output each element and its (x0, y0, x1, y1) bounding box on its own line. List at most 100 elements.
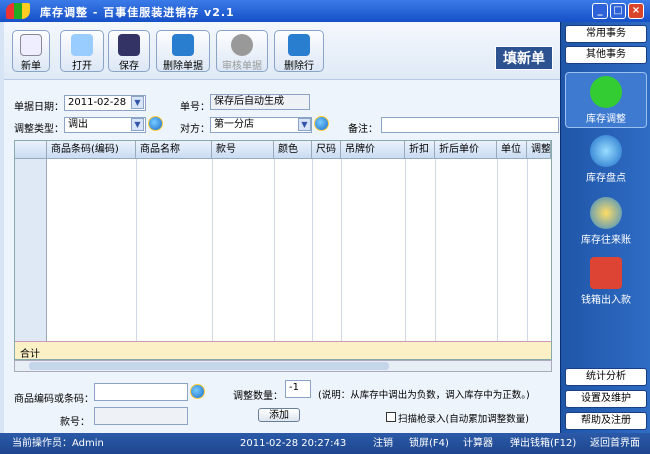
number-field: 保存后自动生成 (210, 94, 310, 110)
cashbox-link[interactable]: 弹出钱箱(F12) (510, 433, 576, 454)
nav-stock-adjust[interactable]: 库存调整 (565, 72, 647, 128)
sidebar-common-tasks[interactable]: 常用事务 (565, 25, 647, 43)
col-divider (212, 159, 213, 341)
window-title: 库存调整 - 百事佳服装进销存 v2.1 (40, 6, 235, 19)
close-button[interactable]: × (628, 3, 644, 19)
approve-button[interactable]: 审核单据 (216, 30, 268, 72)
status-bar: 当前操作员：Admin 2011-02-28 20:27:43 注销 锁屏(F4… (0, 433, 650, 454)
col-header[interactable]: 调整 (527, 141, 551, 159)
col-header[interactable]: 折扣 (405, 141, 435, 159)
scan-label: 扫描枪录入(自动累加调整数量) (398, 414, 529, 425)
open-label: 打开 (72, 61, 92, 72)
toolbar: 新单 打开 保存 删除单据 审核单据 删除行 填新单 (4, 22, 560, 80)
row-header-corner (15, 141, 47, 159)
new-label: 新单 (21, 61, 41, 72)
col-divider (405, 159, 406, 341)
code-label: 商品编码或条码： (14, 394, 94, 405)
col-header[interactable]: 商品名称 (136, 141, 212, 159)
row-header (15, 159, 47, 359)
delete-row-button[interactable]: 删除行 (274, 30, 324, 72)
lock-link[interactable]: 锁屏(F4) (409, 433, 449, 454)
items-grid: 商品条码(编码) 商品名称 款号 颜色 尺码 吊牌价 折扣 折后单价 单位 调整… (14, 140, 552, 360)
style-label: 款号： (60, 417, 90, 428)
minimize-button[interactable]: _ (592, 3, 608, 19)
folder-icon (71, 34, 93, 56)
app-logo-icon (6, 3, 30, 19)
col-header[interactable]: 单位 (497, 141, 527, 159)
delete-row-label: 删除行 (284, 61, 314, 72)
approve-label: 审核单据 (222, 61, 262, 72)
new-button[interactable]: 新单 (12, 30, 50, 72)
calculator-link[interactable]: 计算器 (463, 433, 493, 454)
col-divider (341, 159, 342, 341)
search-icon[interactable] (190, 384, 205, 399)
trash-icon (172, 34, 194, 56)
refresh-arrows-icon (590, 76, 622, 108)
col-header[interactable]: 款号 (212, 141, 274, 159)
code-field[interactable] (94, 383, 188, 401)
col-divider (497, 159, 498, 341)
col-divider (435, 159, 436, 341)
party-select[interactable]: 第一分店 (210, 117, 312, 133)
nav-label: 库存盘点 (586, 173, 626, 184)
chevron-down-icon[interactable]: ▼ (298, 118, 311, 131)
save-button[interactable]: 保存 (108, 30, 150, 72)
nav-label: 钱箱出入款 (581, 295, 631, 306)
total-row: 合计 (15, 341, 551, 360)
note-field[interactable] (381, 117, 559, 133)
col-divider (274, 159, 275, 341)
col-header[interactable]: 颜色 (274, 141, 312, 159)
col-divider (312, 159, 313, 341)
briefcase-icon (590, 257, 622, 289)
type-label: 调整类型： (14, 124, 64, 135)
scroll-thumb[interactable] (29, 362, 389, 370)
check-icon (231, 34, 253, 56)
delete-doc-label: 删除单据 (163, 61, 203, 72)
col-divider (527, 159, 528, 341)
col-header[interactable]: 商品条码(编码) (47, 141, 136, 159)
sidebar-statistics[interactable]: 统计分析 (565, 368, 647, 386)
nav-cashbox[interactable]: 钱箱出入款 (565, 254, 647, 310)
delete-doc-button[interactable]: 删除单据 (156, 30, 210, 72)
sidebar-other-tasks[interactable]: 其他事务 (565, 46, 647, 64)
new-doc-icon (20, 34, 42, 56)
horizontal-scrollbar[interactable] (14, 360, 552, 372)
title-bar: 库存调整 - 百事佳服装进销存 v2.1 _ □ × (0, 0, 650, 22)
sidebar: 常用事务 其他事务 库存调整 库存盘点 库存往来账 钱箱出入款 统计分析 设置及… (560, 22, 650, 433)
chevron-down-icon[interactable]: ▼ (131, 96, 144, 109)
maximize-button[interactable]: □ (610, 3, 626, 19)
datetime-text: 2011-02-28 20:27:43 (240, 438, 347, 449)
col-header[interactable]: 尺码 (312, 141, 341, 159)
note-label: 备注： (348, 124, 378, 135)
qty-field[interactable]: -1 (285, 380, 311, 398)
globe-search-icon (590, 135, 622, 167)
date-label: 单据日期： (14, 102, 64, 113)
sidebar-settings[interactable]: 设置及维护 (565, 390, 647, 408)
open-button[interactable]: 打开 (60, 30, 104, 72)
nav-label: 库存调整 (586, 114, 626, 125)
save-icon (118, 34, 140, 56)
number-label: 单号： (180, 102, 210, 113)
col-header[interactable]: 折后单价 (435, 141, 497, 159)
search-icon[interactable] (314, 116, 329, 131)
save-label: 保存 (119, 61, 139, 72)
nav-stock-count[interactable]: 库存盘点 (565, 132, 647, 188)
home-link[interactable]: 返回首界面 (590, 433, 640, 454)
qty-hint: (说明：从库存中调出为负数，调入库存中为正数。) (318, 390, 530, 401)
trash-icon (288, 34, 310, 56)
nav-stock-ledger[interactable]: 库存往来账 (565, 194, 647, 250)
search-icon[interactable] (148, 116, 163, 131)
logout-link[interactable]: 注销 (373, 433, 393, 454)
nav-label: 库存往来账 (581, 235, 631, 246)
col-divider (136, 159, 137, 341)
col-header[interactable]: 吊牌价 (341, 141, 405, 159)
add-button[interactable]: 添加 (258, 408, 300, 422)
operator-text: 当前操作员：Admin (12, 438, 104, 449)
scan-checkbox[interactable] (386, 412, 396, 422)
date-value: 2011-02-28 (68, 97, 127, 108)
total-label: 合计 (20, 349, 40, 360)
magnifier-icon (590, 197, 622, 229)
style-field[interactable] (94, 407, 188, 425)
chevron-down-icon[interactable]: ▼ (131, 118, 144, 131)
sidebar-help[interactable]: 帮助及注册 (565, 412, 647, 430)
